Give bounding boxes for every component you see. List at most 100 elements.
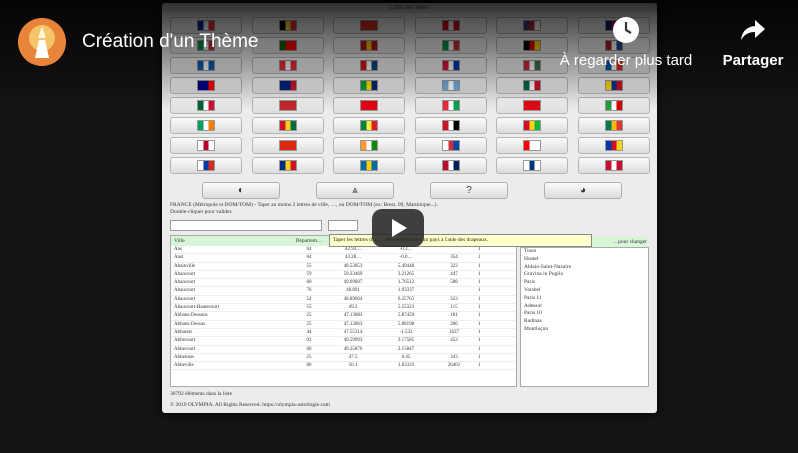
table-row[interactable]: Aas 64 42.94… -0.3… 1 [171, 246, 516, 255]
table-cell [430, 246, 478, 253]
flag-button[interactable] [414, 97, 487, 114]
flag-button[interactable] [577, 157, 650, 174]
list-item[interactable]: Hostel [521, 256, 648, 264]
flag-button[interactable] [333, 97, 406, 114]
flag-button[interactable] [251, 17, 324, 34]
table-row[interactable]: Abaucourt 76 48.891 1.93337 1 [171, 287, 516, 296]
flag-button[interactable] [414, 117, 487, 134]
flag-button[interactable] [251, 157, 324, 174]
flag-button[interactable] [170, 77, 242, 94]
flag-button[interactable] [414, 57, 487, 74]
tool-button[interactable]: ◕ [544, 182, 622, 199]
tool-button[interactable]: ? [430, 182, 508, 199]
list-item[interactable]: Tours [521, 248, 648, 256]
table-cell: 3.17585 [397, 338, 415, 344]
tool-button[interactable]: ⩓ [316, 182, 394, 199]
flag-button[interactable] [333, 117, 406, 134]
flag-button[interactable] [333, 157, 406, 174]
table-cell: Abancourt [174, 271, 196, 277]
flag-button[interactable] [414, 157, 487, 174]
flag-button[interactable] [251, 77, 324, 94]
table-cell: 1 [478, 321, 481, 327]
table-row[interactable]: Abancourt 60 49.69607 1.76512 588 1 [171, 279, 516, 288]
flag-button[interactable] [496, 157, 569, 174]
flag-button[interactable] [170, 157, 242, 174]
table-row[interactable]: Abbaretz 44 47.55314 -1.532 1637 1 [171, 329, 516, 338]
table-row[interactable]: Abaucourt-Hautecourt 55 49.2 5.55323 115 1 [171, 304, 516, 313]
play-button[interactable] [372, 209, 424, 247]
table-cell: 1 [478, 247, 481, 252]
table-row[interactable]: Abaucourt 54 48.89664 6.25763 323 1 [171, 296, 516, 305]
channel-avatar[interactable] [18, 18, 66, 66]
list-item[interactable]: Paris 11 [521, 295, 648, 303]
table-cell: 48.891 [346, 288, 360, 294]
flag-button[interactable] [414, 77, 487, 94]
flag-button[interactable] [251, 117, 324, 134]
flag-icon [523, 100, 542, 111]
flag-button[interactable] [251, 57, 324, 74]
list-item[interactable]: Ablain-Saint-Nazaire [521, 264, 648, 272]
flag-icon [360, 160, 379, 171]
count-label: 36792 éléments dans la liste [170, 391, 233, 397]
flag-icon [441, 140, 460, 151]
table-row[interactable]: Aast 64 43.28… -0.0… 354 1 [171, 254, 516, 263]
watch-later-button[interactable]: À regarder plus tard [556, 16, 696, 69]
video-title[interactable]: Création d'un Thème [82, 31, 259, 53]
table-row[interactable]: Abbans-Dessous 25 47.13083 5.87459 181 1 [171, 312, 516, 321]
flag-button[interactable] [251, 137, 324, 154]
column-header[interactable]: Ville [171, 236, 294, 246]
table-row[interactable]: Abbecourt 02 49.59993 3.17585 453 1 [171, 337, 516, 346]
flag-icon [523, 60, 542, 71]
table-row[interactable]: Abbans-Dessus 25 47.12063 5.88198 266 1 [171, 321, 516, 329]
list-item[interactable]: Adessor [521, 303, 648, 311]
flag-button[interactable] [333, 17, 406, 34]
flag-button[interactable] [577, 117, 650, 134]
flag-button[interactable] [496, 117, 569, 134]
flag-button[interactable] [333, 77, 406, 94]
tool-button[interactable]: ◐ [202, 182, 280, 199]
flag-button[interactable] [170, 137, 242, 154]
table-row[interactable]: Abainville 55 48.53053 5.49448 322 1 [171, 263, 516, 271]
flag-button[interactable] [333, 37, 406, 54]
flag-button[interactable] [496, 137, 569, 154]
list-item[interactable]: Paris 10 [521, 310, 648, 318]
flag-button[interactable] [414, 137, 487, 154]
flag-icon [604, 160, 623, 171]
column-header[interactable]: Départem… [294, 236, 324, 246]
flag-button[interactable] [496, 97, 569, 114]
list-item[interactable]: Paris [521, 279, 648, 287]
department-input[interactable] [328, 220, 358, 231]
flag-button[interactable] [577, 97, 650, 114]
recent-list[interactable]: Tours Hostel Ablain-Saint-Nazaire Gravina i… [520, 247, 649, 387]
flag-button[interactable] [251, 97, 324, 114]
flag-button[interactable] [414, 37, 487, 54]
list-item[interactable]: Varsbel [521, 287, 648, 295]
share-button[interactable]: Partager [718, 16, 788, 69]
list-item[interactable]: Gravina in Puglia [521, 271, 648, 279]
flag-button[interactable] [333, 137, 406, 154]
city-table[interactable]: Ville Départem… Aas 64 42.94… -0.3… 1 Aast 64 43… [170, 235, 517, 387]
table-cell: 26461 [447, 363, 461, 369]
table-cell: 1 [478, 255, 481, 261]
toolbar: ◐ ⩓? ◕ [202, 182, 622, 199]
table-row[interactable]: Abbeville 80 50.1 1.83333 26461 1 [171, 362, 516, 371]
table-cell: 47.12063 [343, 321, 363, 327]
table-row[interactable]: Abancourt 59 50.23469 3.21265 447 1 [171, 271, 516, 280]
table-row[interactable]: Abbenans 25 47.5 6.45 343 1 [171, 354, 516, 363]
table-cell: 49.2 [348, 305, 358, 311]
flag-button[interactable] [414, 17, 487, 34]
table-cell: 54 [306, 296, 312, 302]
flag-button[interactable] [333, 57, 406, 74]
video-player[interactable]: Liste des villes ◐ ⩓? ◕ FRANCE (Métropole … [0, 0, 798, 453]
list-item[interactable]: Montluçon [521, 326, 648, 334]
city-search-input[interactable] [170, 220, 322, 231]
flag-button[interactable] [170, 57, 242, 74]
list-item[interactable]: Radinas [521, 318, 648, 326]
flag-button[interactable] [170, 97, 242, 114]
flag-button[interactable] [577, 77, 650, 94]
flag-button[interactable] [170, 117, 242, 134]
table-row[interactable]: Abbecourt 60 49.35876 2.15847 1 [171, 346, 516, 354]
flag-button[interactable] [251, 37, 324, 54]
flag-button[interactable] [577, 137, 650, 154]
flag-button[interactable] [496, 77, 569, 94]
